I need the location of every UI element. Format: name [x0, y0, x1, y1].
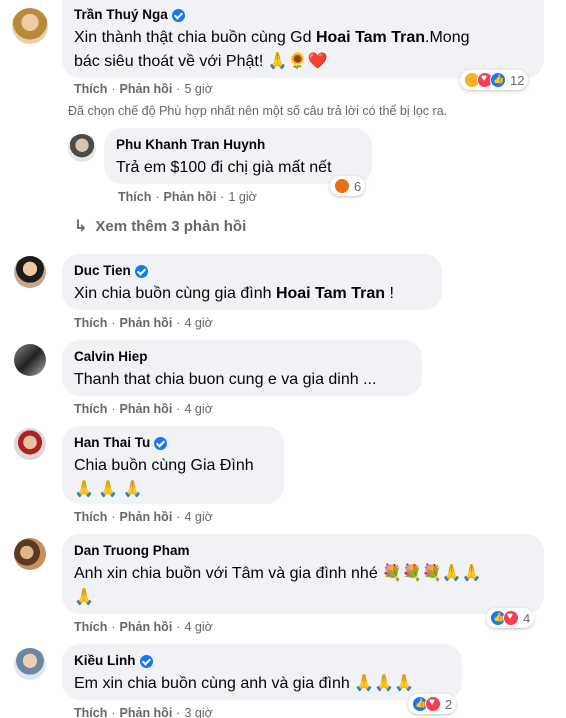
comment-time[interactable]: 5 giờ [184, 82, 212, 96]
comment-time[interactable]: 1 giờ [228, 190, 256, 204]
comment-actions: Thích · Phản hồi · 3 giờ [74, 706, 213, 718]
reply-arrow-icon: ↳ [74, 218, 88, 235]
comment-author[interactable]: Calvin Hiep [74, 348, 148, 366]
filter-note: Đã chọn chế độ Phù hợp nhất nên một số c… [68, 104, 448, 118]
like-button[interactable]: Thích [74, 316, 107, 330]
comment-bubble: Kiều Linh Em xin chia buồn cùng anh và g… [62, 644, 462, 700]
like-button[interactable]: Thích [118, 190, 151, 204]
avatar[interactable] [14, 428, 46, 460]
reaction-count: 2 [445, 696, 453, 712]
comment-actions: Thích · Phản hồi · 4 giờ [74, 402, 213, 416]
reaction-summary[interactable]: 12 [460, 70, 529, 90]
avatar[interactable] [14, 538, 46, 570]
like-button[interactable]: Thích [74, 510, 107, 524]
comment-actions: Thích · Phản hồi · 4 giờ [74, 620, 213, 634]
comment-text: Trả em $100 đi chị già mất nết [116, 159, 332, 176]
reply-button[interactable]: Phản hồi [164, 190, 217, 204]
reaction-summary[interactable]: 2 [408, 694, 457, 714]
reaction-count: 12 [510, 72, 525, 88]
avatar[interactable] [68, 134, 96, 162]
comment-bubble: Duc Tien Xin chia buồn cùng gia đình Hoa… [62, 254, 442, 310]
reaction-summary[interactable]: 4 [486, 608, 535, 628]
comment-time[interactable]: 4 giờ [184, 620, 212, 634]
reply-button[interactable]: Phản hồi [120, 620, 173, 634]
reaction-count: 6 [354, 178, 362, 194]
like-button[interactable]: Thích [74, 620, 107, 634]
view-more-replies-link[interactable]: ↳ Xem thêm 3 phản hồi [74, 216, 246, 236]
comment-text-line2: 🙏 🙏 🙏 [74, 481, 143, 498]
comment-actions: Thích · Phản hồi · 1 giờ [118, 190, 257, 204]
reply-button[interactable]: Phản hồi [120, 706, 173, 718]
angry-reaction-icon [334, 178, 350, 194]
comment-time[interactable]: 3 giờ [184, 706, 212, 718]
comment-time[interactable]: 4 giờ [184, 316, 212, 330]
comment-actions: Thích · Phản hồi · 4 giờ [74, 510, 213, 524]
verified-badge-icon [154, 436, 168, 450]
avatar[interactable] [14, 344, 46, 376]
comment-bubble: Calvin Hiep Thanh that chia buon cung e … [62, 340, 422, 396]
comment-time[interactable]: 4 giờ [184, 402, 212, 416]
comment-actions: Thích · Phản hồi · 5 giờ [74, 82, 213, 96]
avatar[interactable] [12, 8, 48, 44]
like-button[interactable]: Thích [74, 82, 107, 96]
comment-bubble: Phu Khanh Tran Huynh Trả em $100 đi chị … [104, 128, 372, 184]
reply-button[interactable]: Phản hồi [120, 82, 173, 96]
love-reaction-icon [425, 696, 441, 712]
comment-time[interactable]: 4 giờ [184, 510, 212, 524]
verified-badge-icon [171, 8, 185, 22]
love-reaction-icon [503, 610, 519, 626]
reaction-count: 4 [523, 610, 531, 626]
mention-link[interactable]: Hoai Tam Tran [316, 29, 425, 46]
comment-bubble: Dan Truong Pham Anh xin chia buồn với Tâ… [62, 534, 544, 614]
comment-author[interactable]: Phu Khanh Tran Huynh [116, 136, 265, 154]
verified-badge-icon [134, 264, 148, 278]
reply-button[interactable]: Phản hồi [120, 316, 173, 330]
avatar[interactable] [14, 648, 46, 680]
like-reaction-icon [490, 72, 506, 88]
like-button[interactable]: Thích [74, 402, 107, 416]
comment-text: Anh xin chia buồn với Tâm và gia đình nh… [74, 565, 482, 582]
comment-text-line2: 🙏 [74, 589, 94, 606]
reply-button[interactable]: Phản hồi [120, 510, 173, 524]
verified-badge-icon [139, 654, 153, 668]
comment-text-line2: bác siêu thoát về với Phật! 🙏🌻❤️ [74, 53, 328, 70]
comment-author[interactable]: Han Thai Tu [74, 434, 150, 452]
mention-link[interactable]: Hoai Tam Tran [276, 285, 385, 302]
comment-text: Xin chia buồn cùng gia đình Hoai Tam Tra… [74, 285, 394, 302]
comment-text: Chia buồn cùng Gia Đình [74, 457, 254, 474]
comment-actions: Thích · Phản hồi · 4 giờ [74, 316, 213, 330]
reaction-summary[interactable]: 6 [330, 176, 366, 196]
comment-author[interactable]: Trần Thuý Nga [74, 6, 168, 24]
avatar[interactable] [14, 256, 46, 288]
reply-button[interactable]: Phản hồi [120, 402, 173, 416]
comment-text: Em xin chia buồn cùng anh và gia đình 🙏🙏… [74, 675, 414, 692]
comment-text: Thanh that chia buon cung e va gia dinh … [74, 371, 377, 388]
like-button[interactable]: Thích [74, 706, 107, 718]
comment-author[interactable]: Dan Truong Pham [74, 542, 190, 560]
comment-text: Xin thành thật chia buồn cùng Gd Hoai Ta… [74, 29, 470, 46]
comment-bubble: Trần Thuý Nga Xin thành thật chia buồn c… [62, 0, 544, 78]
comment-author[interactable]: Duc Tien [74, 262, 131, 280]
comment-author[interactable]: Kiều Linh [74, 652, 136, 670]
comment-bubble: Han Thai Tu Chia buồn cùng Gia Đình 🙏 🙏 … [62, 426, 284, 504]
